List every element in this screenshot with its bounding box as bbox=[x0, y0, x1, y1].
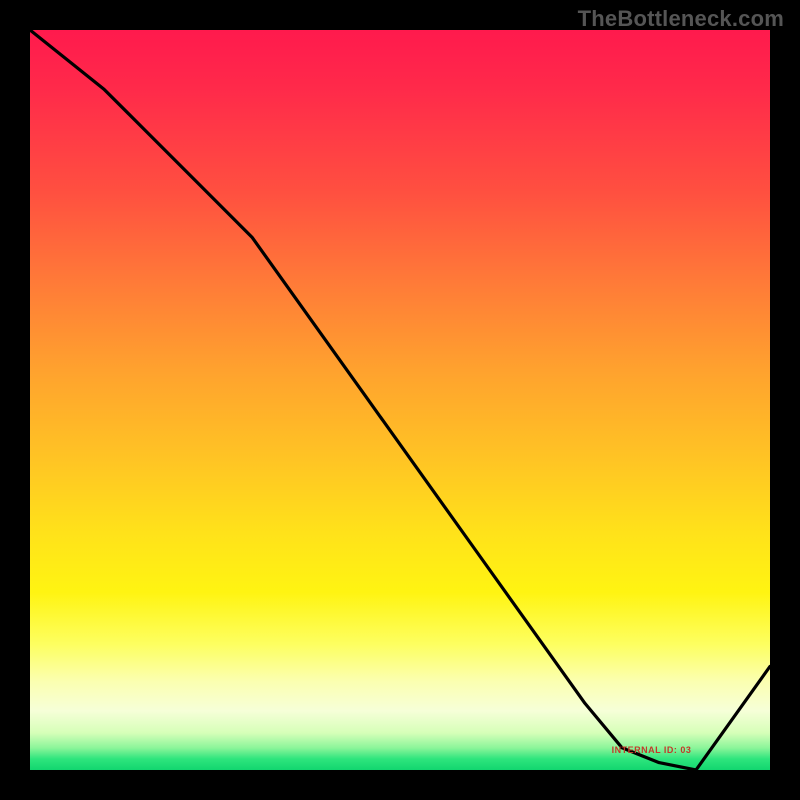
plot-area: INTERNAL ID: 03 bbox=[30, 30, 770, 770]
series-path bbox=[30, 30, 770, 770]
watermark-text: TheBottleneck.com bbox=[578, 6, 784, 32]
line-layer bbox=[30, 30, 770, 770]
chart-frame: TheBottleneck.com INTERNAL ID: 03 bbox=[0, 0, 800, 800]
series-annotation: INTERNAL ID: 03 bbox=[612, 745, 692, 755]
